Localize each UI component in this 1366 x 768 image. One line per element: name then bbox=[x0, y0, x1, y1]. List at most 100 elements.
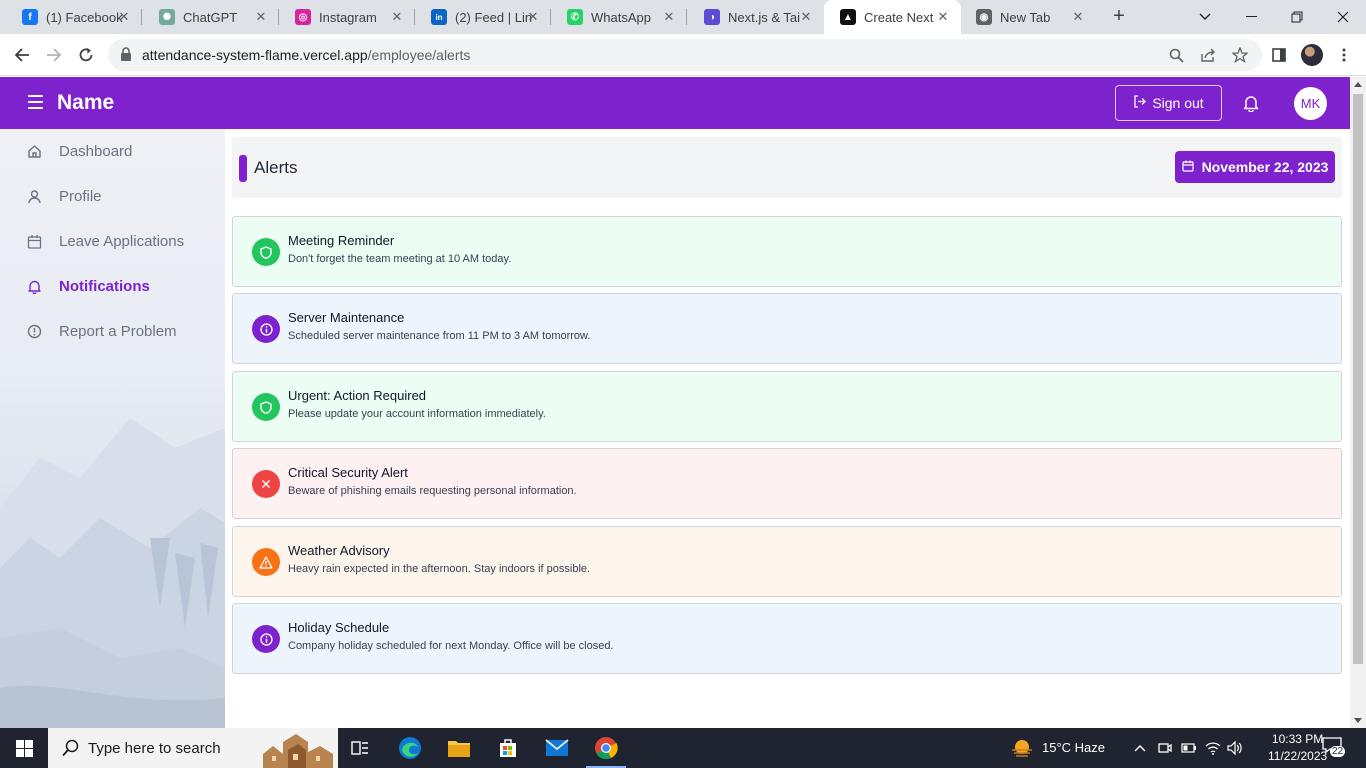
volume-icon[interactable] bbox=[1227, 740, 1243, 756]
windows-start-icon[interactable] bbox=[0, 728, 48, 768]
tab-close-icon[interactable]: ✕ bbox=[661, 9, 677, 25]
scrollbar-thumb[interactable] bbox=[1353, 94, 1363, 664]
tab-close-icon[interactable]: ✕ bbox=[1070, 9, 1086, 25]
back-icon[interactable] bbox=[11, 44, 33, 66]
app-name: Name bbox=[57, 91, 115, 114]
search-highlight-art bbox=[263, 734, 333, 768]
address-bar[interactable]: attendance-system-flame.vercel.app/emplo… bbox=[108, 39, 1262, 71]
tab-close-icon[interactable]: ✕ bbox=[798, 9, 814, 25]
calendar-icon bbox=[26, 233, 42, 249]
browser-profile-avatar[interactable] bbox=[1301, 44, 1323, 66]
meet-now-icon[interactable] bbox=[1157, 740, 1173, 756]
browser-tab[interactable]: ◑ Next.js & Tai ✕ bbox=[688, 0, 824, 34]
tab-close-icon[interactable]: ✕ bbox=[389, 9, 405, 25]
scroll-down-arrow-icon[interactable] bbox=[1354, 718, 1362, 723]
alert-message: Please update your account information i… bbox=[288, 408, 546, 420]
tab-close-icon[interactable]: ✕ bbox=[253, 9, 269, 25]
title-accent-bar bbox=[239, 155, 247, 182]
app-header: Name Sign out MK bbox=[0, 77, 1350, 129]
alert-card: Server Maintenance Scheduled server maint… bbox=[232, 293, 1342, 364]
browser-tab[interactable]: f (1) Facebook ✕ bbox=[6, 0, 142, 34]
share-icon[interactable] bbox=[1199, 47, 1217, 63]
tab-close-icon[interactable]: ✕ bbox=[935, 9, 951, 25]
browser-tab[interactable]: ◎ Instagram ✕ bbox=[279, 0, 415, 34]
browser-tab[interactable]: ✺ ChatGPT ✕ bbox=[143, 0, 279, 34]
weather-text[interactable]: 15°C Haze bbox=[1042, 740, 1105, 755]
scroll-up-arrow-icon[interactable] bbox=[1354, 82, 1362, 87]
zoom-icon[interactable] bbox=[1167, 47, 1185, 63]
hamburger-menu-icon[interactable] bbox=[28, 95, 43, 111]
browser-menu-icon[interactable] bbox=[1333, 44, 1355, 66]
browser-tab[interactable]: ✆ WhatsApp ✕ bbox=[551, 0, 687, 34]
sidebar-item-dashboard[interactable]: Dashboard bbox=[26, 139, 132, 163]
alert-title: Holiday Schedule bbox=[288, 620, 390, 635]
page-title: Alerts bbox=[254, 158, 298, 177]
sidebar-item-label: Leave Applications bbox=[59, 232, 185, 250]
tab-close-icon[interactable]: ✕ bbox=[525, 9, 541, 25]
shield-icon bbox=[252, 238, 280, 266]
alert-message: Scheduled server maintenance from 11 PM … bbox=[288, 330, 591, 342]
tab-separator bbox=[141, 9, 142, 25]
browser-tab[interactable]: in (2) Feed | Lin ✕ bbox=[415, 0, 551, 34]
nextjs-tailwind-icon: ◑ bbox=[704, 9, 720, 25]
user-avatar[interactable]: MK bbox=[1294, 87, 1327, 120]
home-icon bbox=[26, 143, 42, 159]
alert-message: Company holiday scheduled for next Monda… bbox=[288, 640, 614, 652]
file-explorer-icon[interactable] bbox=[435, 728, 483, 768]
whatsapp-icon: ✆ bbox=[567, 9, 583, 25]
wifi-icon[interactable] bbox=[1205, 740, 1221, 756]
sign-out-icon bbox=[1133, 95, 1147, 111]
close-window-icon[interactable] bbox=[1320, 0, 1366, 34]
date-label: November 22, 2023 bbox=[1201, 159, 1329, 175]
browser-toolbar: attendance-system-flame.vercel.app/emplo… bbox=[0, 34, 1366, 76]
side-panel-icon[interactable] bbox=[1268, 44, 1290, 66]
sign-out-button[interactable]: Sign out bbox=[1115, 85, 1222, 121]
browser-tab[interactable]: ▲ Create Next ✕ bbox=[824, 0, 961, 34]
browser-tab[interactable]: ◉ New Tab ✕ bbox=[960, 0, 1096, 34]
user-icon bbox=[26, 188, 42, 204]
header-bell-icon[interactable] bbox=[1240, 93, 1262, 113]
info-icon bbox=[252, 625, 280, 653]
bookmark-star-icon[interactable] bbox=[1231, 47, 1249, 63]
warning-icon bbox=[252, 548, 280, 576]
sidebar-item-notifications[interactable]: Notifications bbox=[26, 274, 150, 298]
taskbar-search-box[interactable]: Type here to search bbox=[48, 728, 338, 768]
edge-icon[interactable] bbox=[386, 728, 434, 768]
calendar-icon bbox=[1181, 159, 1194, 175]
chevron-up-icon[interactable] bbox=[1132, 740, 1148, 756]
reload-icon[interactable] bbox=[75, 44, 97, 66]
notification-center-icon[interactable]: 22 bbox=[1322, 737, 1346, 757]
info-icon bbox=[252, 315, 280, 343]
battery-icon[interactable] bbox=[1181, 740, 1197, 756]
mail-icon[interactable] bbox=[533, 728, 581, 768]
task-view-icon[interactable] bbox=[336, 728, 384, 768]
clock-date: 11/22/2023 bbox=[1268, 749, 1328, 763]
page-scrollbar[interactable] bbox=[1350, 77, 1366, 728]
minimize-icon[interactable] bbox=[1228, 0, 1274, 34]
taskbar-clock[interactable]: 10:33 PM 11/22/2023 bbox=[1268, 731, 1327, 765]
tab-close-icon[interactable]: ✕ bbox=[116, 9, 132, 25]
sidebar-item-label: Report a Problem bbox=[59, 322, 177, 340]
alert-title: Meeting Reminder bbox=[288, 233, 395, 248]
new-tab-button[interactable]: + bbox=[1108, 5, 1130, 27]
alert-title: Server Maintenance bbox=[288, 310, 405, 325]
main-content: Alerts November 22, 2023 Meeting Reminde… bbox=[225, 129, 1350, 728]
date-button[interactable]: November 22, 2023 bbox=[1175, 151, 1335, 183]
alert-message: Heavy rain expected in the afternoon. St… bbox=[288, 563, 591, 575]
bell-icon bbox=[26, 278, 42, 294]
sidebar-item-report-a-problem[interactable]: Report a Problem bbox=[26, 319, 177, 343]
facebook-icon: f bbox=[22, 9, 38, 25]
windows-taskbar: Type here to search 15°C Haze 10:33 PM 1… bbox=[0, 728, 1366, 768]
tab-search-icon[interactable] bbox=[1182, 0, 1228, 34]
forward-icon[interactable] bbox=[43, 44, 65, 66]
sidebar-item-label: Notifications bbox=[59, 277, 150, 295]
sidebar-item-profile[interactable]: Profile bbox=[26, 184, 102, 208]
lock-icon[interactable] bbox=[120, 47, 132, 66]
sidebar-item-leave-applications[interactable]: Leave Applications bbox=[26, 229, 184, 253]
microsoft-store-icon[interactable] bbox=[484, 728, 532, 768]
shield-icon bbox=[252, 393, 280, 421]
alert-circle-icon bbox=[26, 323, 42, 339]
chrome-taskbar-icon[interactable] bbox=[582, 728, 630, 768]
weather-icon[interactable] bbox=[1010, 738, 1034, 758]
restore-icon[interactable] bbox=[1274, 0, 1320, 34]
